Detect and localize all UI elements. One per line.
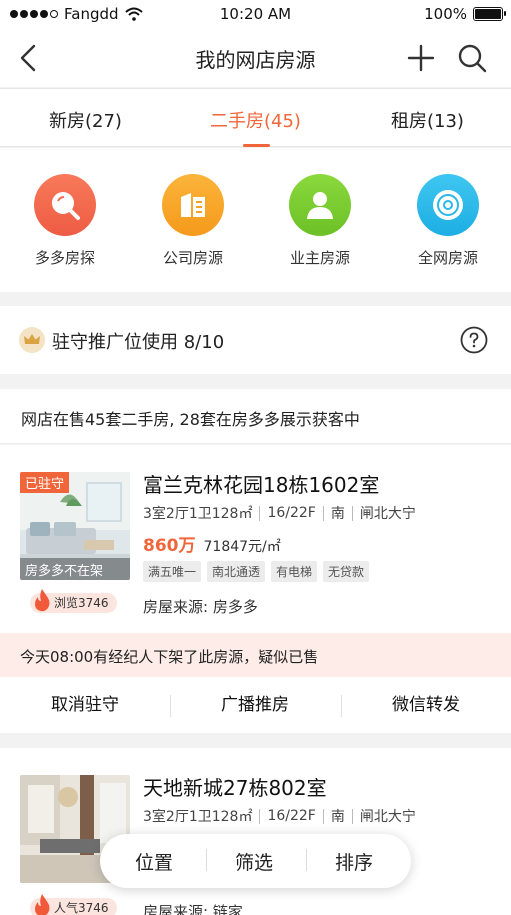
page: Fangdd 10:20 AM 100% 我的网店房源 新房(27) 二手房(4…: [0, 0, 511, 915]
listing-price: 860万 71847元/㎡: [143, 531, 281, 556]
source-label: 全网房源: [417, 249, 478, 267]
battery-icon: [473, 7, 506, 21]
listing-title: 富兰克林花园18栋1602室: [143, 473, 380, 497]
floor: 16/22F: [267, 505, 316, 521]
listing-title: 天地新城27栋802室: [143, 776, 327, 800]
alert-text: 今天08:00有经纪人下架了此房源，疑似已售: [20, 648, 319, 666]
broadcast-button[interactable]: 广播推房: [170, 677, 340, 733]
source-label: 公司房源: [162, 249, 223, 267]
total-price: 860万: [143, 536, 196, 556]
source-label: 多多房探: [34, 249, 95, 267]
tag: 满五唯一: [143, 561, 202, 582]
tab-indicator: [243, 144, 270, 147]
photo-caption: 房多多不在架: [20, 558, 130, 580]
unit-price: 71847元/㎡: [203, 539, 281, 555]
layout-area: 3室2厅1卫128㎡: [143, 506, 253, 522]
source-label: 业主房源: [289, 249, 350, 267]
nav-bar: 我的网店房源: [0, 30, 511, 87]
sort-button[interactable]: 排序: [335, 848, 373, 875]
tab-bar: 新房(27) 二手房(45) 租房(13): [0, 88, 511, 147]
tag: 无贷款: [323, 561, 370, 582]
flame-icon: [35, 589, 50, 612]
battery-status: 100%: [424, 5, 506, 23]
flame-icon: [35, 894, 50, 915]
listing-meta: 3室2厅1卫128㎡ 16/22F 南 闸北大宁: [143, 806, 416, 826]
layout-area: 3室2厅1卫128㎡: [143, 809, 253, 825]
help-icon[interactable]: [460, 326, 488, 354]
source-grid: 多多房探 公司房源 业主房源 全网房源: [0, 148, 511, 292]
cancel-guard-button[interactable]: 取消驻守: [0, 677, 170, 733]
filter-button[interactable]: 筛选: [235, 848, 273, 875]
delist-alert: 今天08:00有经纪人下架了此房源，疑似已售: [0, 633, 511, 677]
tag: 南北通透: [207, 561, 266, 582]
listing-meta: 3室2厅1卫128㎡ 16/22F 南 闸北大宁: [143, 503, 416, 523]
district: 闸北大宁: [359, 809, 416, 825]
listing-source: 房屋来源: 链家: [143, 903, 243, 915]
listing-card[interactable]: 天地新城27栋802室 3室2厅1卫128㎡ 16/22F 南 闸北大宁 人气3…: [0, 748, 511, 915]
popularity-badge: 人气3746: [30, 894, 117, 915]
add-icon[interactable]: [406, 43, 436, 73]
promo-slot-row[interactable]: 驻守推广位使用 8/10: [0, 306, 511, 374]
tab-new-house[interactable]: 新房(27): [49, 107, 122, 133]
listing-actions: 取消驻守 广播推房 微信转发: [0, 677, 511, 733]
district: 闸北大宁: [359, 506, 416, 522]
source-company[interactable]: 公司房源: [143, 174, 243, 268]
floor: 16/22F: [267, 808, 316, 824]
listing-card[interactable]: 已驻守 房多多不在架 富兰克林花园18栋1602室 3室2厅1卫128㎡ 16/…: [0, 445, 511, 633]
target-icon: [417, 174, 479, 236]
status-bar: Fangdd 10:20 AM 100%: [0, 0, 511, 30]
search-icon[interactable]: [456, 42, 488, 74]
orientation: 南: [330, 809, 345, 825]
listing-photo: 已驻守 房多多不在架: [20, 472, 130, 580]
person-icon: [289, 174, 351, 236]
listing-tags: 满五唯一 南北通透 有电梯 无贷款: [143, 561, 370, 582]
floating-filter-bar: 位置 筛选 排序: [100, 834, 411, 888]
source-network[interactable]: 全网房源: [398, 174, 498, 268]
search-icon: [34, 174, 96, 236]
wechat-share-button[interactable]: 微信转发: [341, 677, 511, 733]
views-badge: 浏览3746: [30, 589, 117, 613]
tab-second-hand[interactable]: 二手房(45): [210, 107, 301, 133]
summary-text: 网店在售45套二手房, 28套在房多多展示获客中: [21, 410, 360, 429]
battery-percent: 100%: [424, 5, 467, 23]
promo-slot-label: 驻守推广位使用 8/10: [52, 332, 225, 353]
location-filter-button[interactable]: 位置: [135, 848, 173, 875]
listing-source: 房屋来源: 房多多: [143, 598, 258, 616]
source-duoduo-probe[interactable]: 多多房探: [15, 174, 115, 268]
tab-rental[interactable]: 租房(13): [391, 107, 464, 133]
views-count: 浏览3746: [54, 596, 109, 610]
popularity-count: 人气3746: [54, 901, 109, 915]
tag: 有电梯: [271, 561, 318, 582]
orientation: 南: [330, 506, 345, 522]
source-owner[interactable]: 业主房源: [270, 174, 370, 268]
status-badge: 已驻守: [20, 472, 70, 493]
store-summary: 网店在售45套二手房, 28套在房多多展示获客中: [0, 389, 511, 444]
building-icon: [162, 174, 224, 236]
crown-icon: [19, 327, 45, 353]
